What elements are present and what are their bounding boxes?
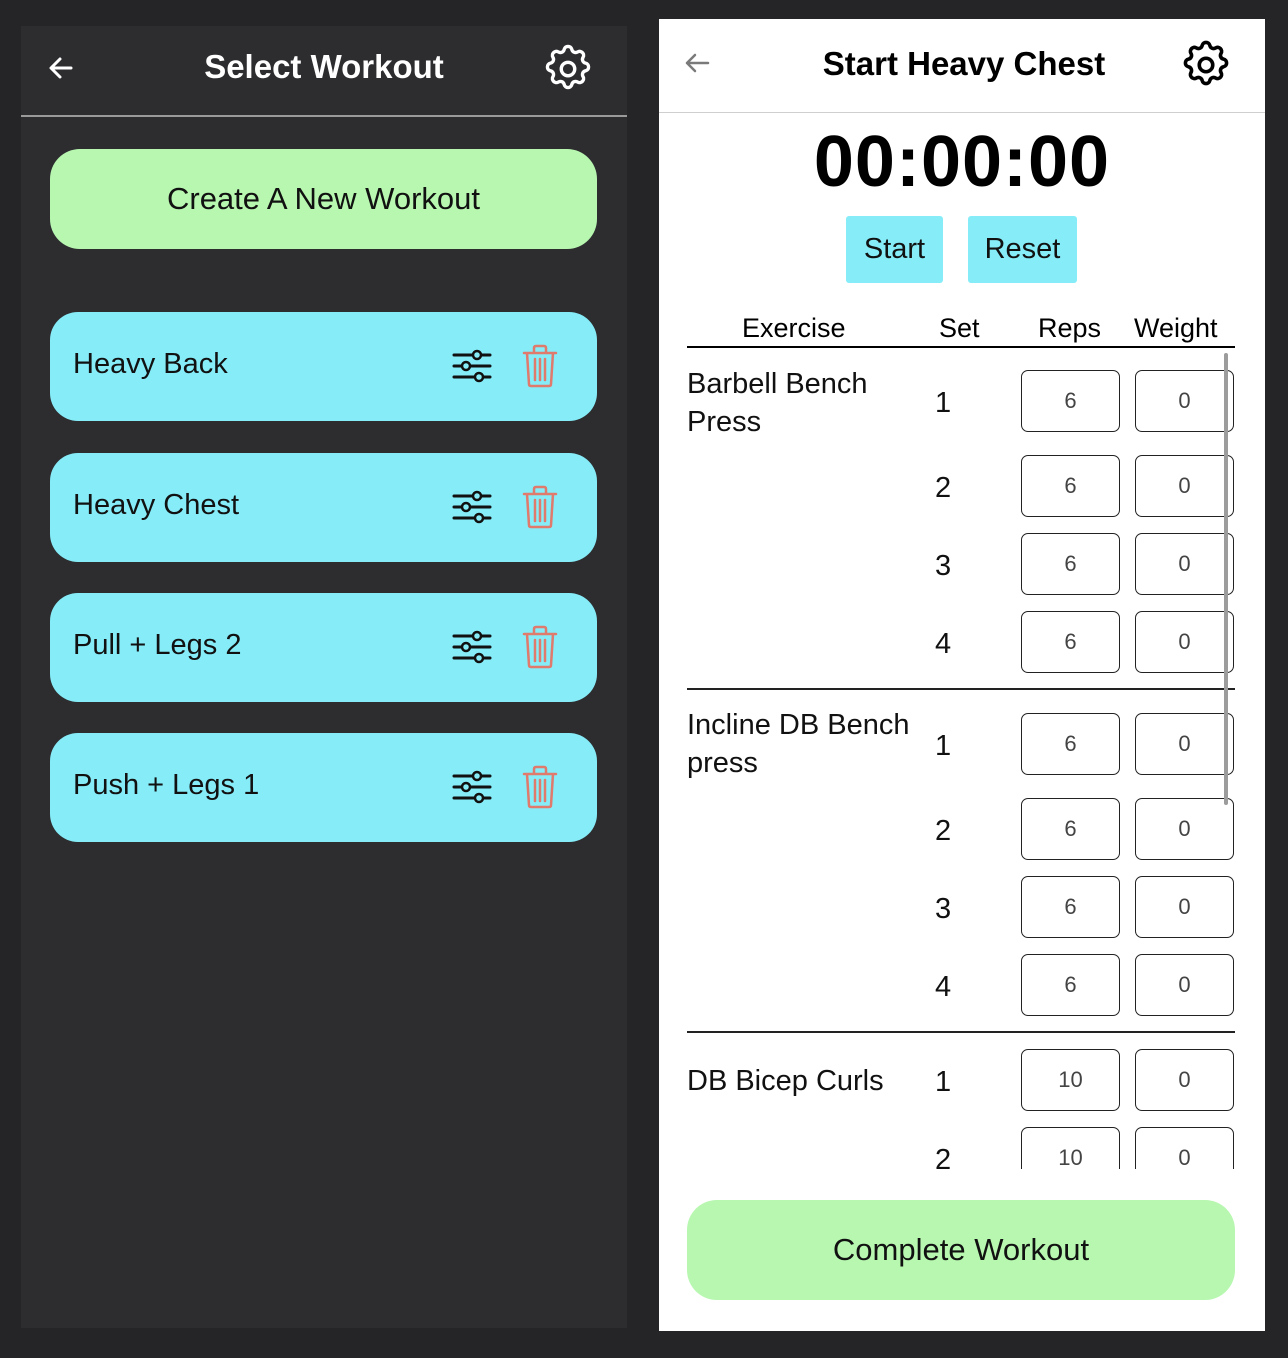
set-number: 1 [935, 387, 952, 419]
workout-card[interactable]: Pull + Legs 2 [50, 593, 597, 702]
page-title: Start Heavy Chest [822, 45, 1106, 82]
weight-input[interactable] [1135, 611, 1234, 673]
weight-input[interactable] [1135, 954, 1234, 1016]
gear-icon[interactable] [1179, 38, 1233, 92]
reps-input[interactable] [1021, 533, 1120, 595]
column-header-exercise: Exercise [742, 313, 846, 343]
weight-input[interactable] [1135, 876, 1234, 938]
exercise-name: Barbell Bench Press [687, 368, 868, 438]
workout-name: Pull + Legs 2 [73, 629, 242, 661]
start-timer-button[interactable]: Start [846, 216, 943, 283]
sliders-icon[interactable] [452, 769, 492, 805]
sliders-icon[interactable] [452, 489, 492, 525]
exercise-divider [687, 688, 1235, 690]
workout-card[interactable]: Push + Legs 1 [50, 733, 597, 842]
workout-timer: 00:00:00 [813, 122, 1111, 202]
exercise-name: DB Bicep Curls [687, 1065, 884, 1097]
workout-card[interactable]: Heavy Back [50, 312, 597, 421]
set-number: 3 [935, 893, 952, 925]
column-header-reps: Reps [1038, 313, 1102, 343]
reps-input[interactable] [1021, 370, 1120, 432]
set-number: 4 [935, 628, 952, 660]
reps-input[interactable] [1021, 611, 1120, 673]
weight-input[interactable] [1135, 1049, 1234, 1111]
exercise-name: Incline DB Bench press [687, 709, 910, 779]
weight-input[interactable] [1135, 533, 1234, 595]
weight-input[interactable] [1135, 713, 1234, 775]
workout-card[interactable]: Heavy Chest [50, 453, 597, 562]
reps-input[interactable] [1021, 798, 1120, 860]
start-workout-header: Start Heavy Chest [659, 19, 1265, 113]
set-number: 2 [935, 815, 952, 847]
complete-workout-button[interactable]: Complete Workout [687, 1200, 1235, 1300]
set-number: 1 [935, 1066, 952, 1098]
select-workout-header: Select Workout [21, 26, 627, 117]
weight-input[interactable] [1135, 1127, 1234, 1169]
reps-input[interactable] [1021, 1127, 1120, 1169]
weight-input[interactable] [1135, 370, 1234, 432]
set-number: 2 [935, 472, 952, 504]
trash-icon[interactable] [522, 625, 558, 669]
start-workout-screen: Start Heavy Chest 00:00:00 Start Reset E… [659, 19, 1265, 1331]
set-number: 4 [935, 971, 952, 1003]
workout-name: Push + Legs 1 [73, 769, 260, 801]
reps-input[interactable] [1021, 713, 1120, 775]
reset-timer-button[interactable]: Reset [968, 216, 1077, 283]
reps-input[interactable] [1021, 954, 1120, 1016]
sliders-icon[interactable] [452, 348, 492, 384]
set-number: 3 [935, 550, 952, 582]
reps-input[interactable] [1021, 455, 1120, 517]
select-workout-screen: Select Workout Create A New Workout Heav… [21, 26, 627, 1328]
gear-icon[interactable] [541, 42, 595, 96]
trash-icon[interactable] [522, 485, 558, 529]
weight-input[interactable] [1135, 455, 1234, 517]
workout-name: Heavy Back [73, 348, 228, 380]
sliders-icon[interactable] [452, 629, 492, 665]
table-scrollbar[interactable] [1224, 353, 1228, 805]
column-header-weight: Weight [1134, 313, 1218, 343]
exercise-divider [687, 1031, 1235, 1033]
set-number: 2 [935, 1144, 952, 1169]
trash-icon[interactable] [522, 765, 558, 809]
trash-icon[interactable] [522, 344, 558, 388]
reps-input[interactable] [1021, 1049, 1120, 1111]
exercise-table[interactable]: Barbell Bench Press 1 2 3 4 Incline DB B… [687, 349, 1235, 1169]
reps-input[interactable] [1021, 876, 1120, 938]
set-number: 1 [935, 730, 952, 762]
page-title: Select Workout [204, 48, 444, 85]
weight-input[interactable] [1135, 798, 1234, 860]
workout-name: Heavy Chest [73, 489, 240, 521]
table-header: Exercise Set Reps Weight [687, 309, 1235, 348]
column-header-set: Set [939, 313, 980, 343]
create-workout-button[interactable]: Create A New Workout [50, 149, 597, 249]
